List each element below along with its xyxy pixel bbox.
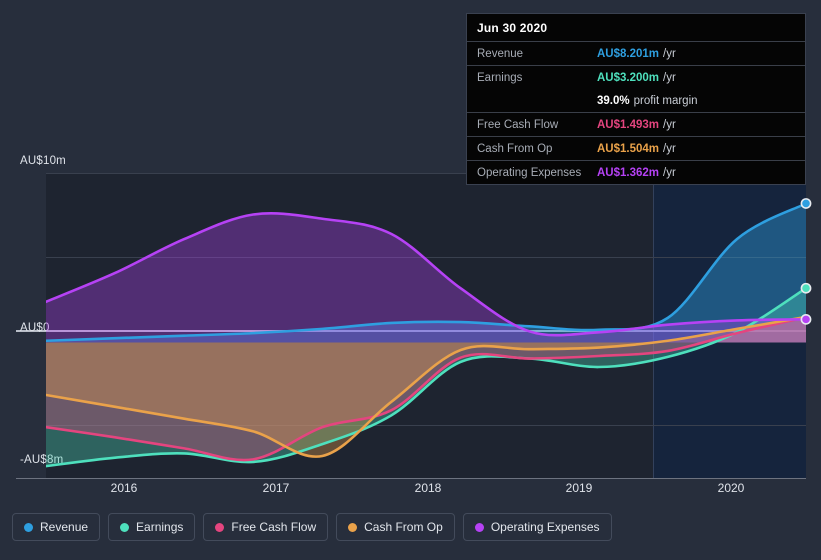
legend-item-revenue[interactable]: Revenue [12,513,101,541]
tooltip-row-label: Earnings [477,71,523,84]
hover-tooltip: Jun 30 2020 Revenue AU$8.201m/yr Earnings A… [466,13,806,185]
tooltip-row-value: AU$3.200m [597,71,660,84]
tooltip-date: Jun 30 2020 [477,21,548,35]
tooltip-rows: Revenue AU$8.201m/yr Earnings AU$3.200m/yr 3… [467,41,805,184]
legend-item-label: Revenue [40,520,89,534]
financial-performance-chart: AU$10m AU$0 -AU$8m 2016 2017 2018 2019 2… [0,0,821,560]
chart-legend[interactable]: Revenue Earnings Free Cash Flow Cash From O… [12,513,612,541]
legend-item-label: Free Cash Flow [231,520,317,534]
tooltip-row-label: Cash From Op [477,142,553,155]
tooltip-row-unit: /yr [663,47,676,60]
tooltip-row-value: 39.0% [597,94,630,107]
tooltip-row-value: AU$1.504m [597,142,660,155]
legend-item-free-cash-flow[interactable]: Free Cash Flow [203,513,329,541]
tooltip-row-unit: /yr [663,166,676,179]
tooltip-row: Revenue AU$8.201m/yr [467,41,805,65]
legend-item-label: Operating Expenses [490,520,600,534]
legend-color-dot-icon [120,522,130,532]
tooltip-row-label: Operating Expenses [477,166,582,179]
tooltip-row-unit: /yr [663,142,676,155]
tooltip-row-label: Revenue [477,47,524,60]
tooltip-row: Cash From Op AU$1.504m/yr [467,136,805,160]
legend-item-operating-expenses[interactable]: Operating Expenses [462,513,612,541]
endpoint-marker-revenue [800,198,812,209]
tooltip-row: Free Cash Flow AU$1.493m/yr [467,112,805,136]
tooltip-row-value: AU$1.493m [597,118,660,131]
legend-color-dot-icon [215,522,225,532]
legend-color-dot-icon [24,522,33,532]
tooltip-row-value: AU$8.201m [597,47,660,60]
legend-item-label: Earnings [136,520,184,534]
tooltip-row: 39.0% profit margin [467,89,805,112]
legend-color-dot-icon [474,522,484,532]
endpoint-marker-earnings [800,282,812,294]
tooltip-row-value: AU$1.362m [597,166,660,179]
tooltip-row: Operating Expenses AU$1.362m/yr [467,160,805,184]
tooltip-row-unit: /yr [663,118,676,131]
legend-item-earnings[interactable]: Earnings [108,513,196,541]
legend-item-cash-from-op[interactable]: Cash From Op [336,513,455,541]
endpoint-marker-operating-expenses [800,313,812,325]
tooltip-row-unit: /yr [663,71,676,84]
tooltip-row: Earnings AU$3.200m/yr [467,65,805,89]
tooltip-row-label: Free Cash Flow [477,118,559,131]
legend-item-label: Cash From Op [364,520,443,534]
legend-color-dot-icon [348,522,358,532]
tooltip-row-unit: profit margin [633,94,698,107]
